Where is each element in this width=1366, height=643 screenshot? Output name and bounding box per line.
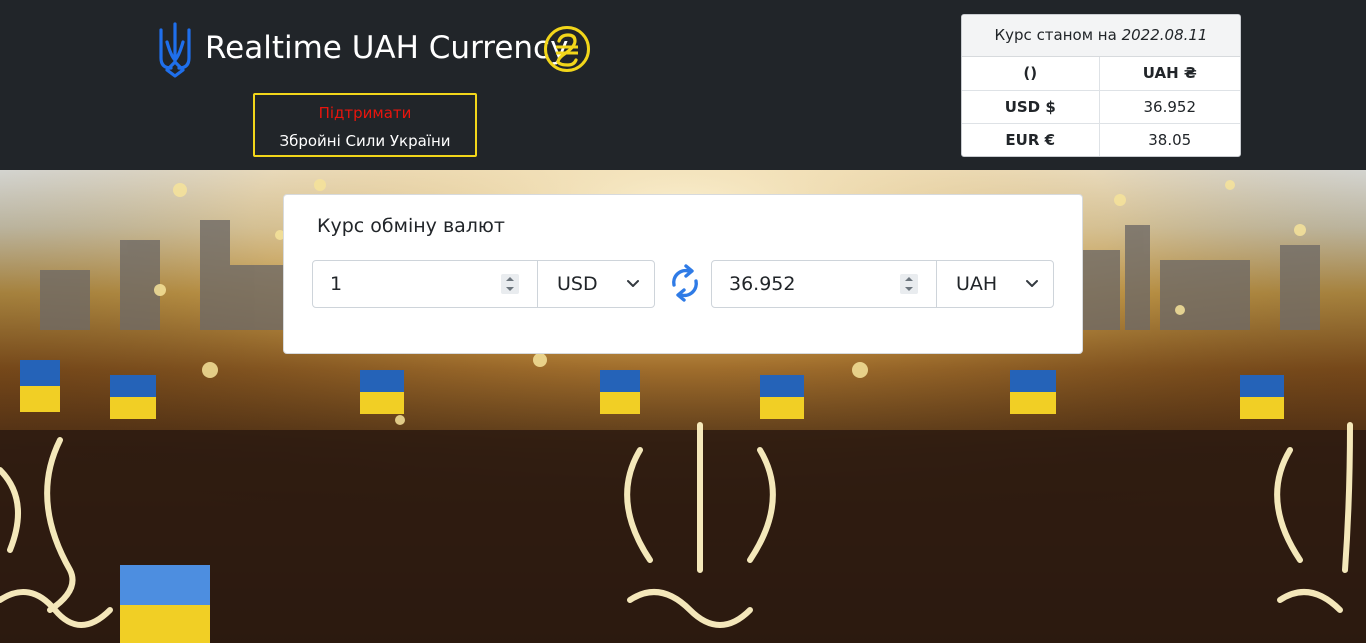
converter-card: Курс обміну валют 1 USD 36.952 UAH xyxy=(283,194,1083,354)
rates-date: 2022.08.11 xyxy=(1121,26,1208,44)
to-amount-input[interactable]: 36.952 xyxy=(711,260,937,308)
support-label-bottom: Збройні Сили України xyxy=(279,132,451,150)
table-header-row: () UAH ₴ xyxy=(962,57,1240,91)
from-currency-select[interactable]: USD xyxy=(537,260,655,308)
currency-cell: EUR € xyxy=(962,123,1100,156)
currency-cell: USD $ xyxy=(962,90,1100,124)
hryvnia-icon xyxy=(544,26,590,72)
app-title: Realtime UAH Currency xyxy=(205,30,569,66)
swap-arrows-icon[interactable] xyxy=(665,263,705,303)
rates-table-card: Курс станом на 2022.08.11 () UAH ₴ USD $… xyxy=(961,14,1241,157)
converter-title: Курс обміну валют xyxy=(317,215,505,237)
trident-icon xyxy=(159,22,191,78)
support-button[interactable]: Підтримати Збройні Сили України xyxy=(253,93,477,157)
header-cell-right: UAH ₴ xyxy=(1099,57,1240,91)
rates-caption: Курс станом на 2022.08.11 xyxy=(962,15,1240,57)
support-label-top: Підтримати xyxy=(318,104,412,122)
from-amount-value: 1 xyxy=(330,273,343,295)
rate-cell: 38.05 xyxy=(1148,130,1192,149)
number-spinner-icon[interactable] xyxy=(900,274,918,294)
header-cell-left: () xyxy=(962,57,1100,91)
header: Realtime UAH Currency Підтримати Збройні… xyxy=(0,0,1366,170)
table-row: EUR € 38.05 xyxy=(962,123,1240,156)
chevron-down-icon xyxy=(1026,280,1038,287)
rates-table: () UAH ₴ USD $ 36.952 EUR € 38.05 xyxy=(962,57,1240,156)
rates-caption-prefix: Курс станом на xyxy=(994,26,1117,44)
table-row: USD $ 36.952 xyxy=(962,90,1240,124)
from-currency-value: USD xyxy=(557,273,598,295)
rate-cell: 36.952 xyxy=(1099,90,1240,124)
to-currency-select[interactable]: UAH xyxy=(936,260,1054,308)
to-amount-value: 36.952 xyxy=(729,273,796,295)
to-currency-value: UAH xyxy=(956,273,998,295)
chevron-down-icon xyxy=(627,280,639,287)
number-spinner-icon[interactable] xyxy=(501,274,519,294)
from-amount-input[interactable]: 1 xyxy=(312,260,538,308)
